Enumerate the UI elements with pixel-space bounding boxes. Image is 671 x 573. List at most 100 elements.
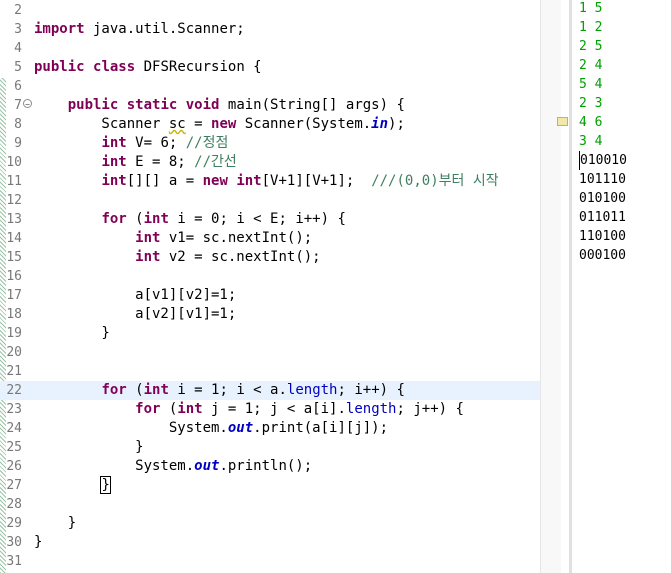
code-line[interactable]: 26 System.out.println(); (0, 457, 540, 476)
code-text: Scanner sc = new Scanner(System.in); (34, 115, 404, 134)
code-token: a[v2][v1]=1; (34, 306, 237, 322)
code-token: java.util.Scanner; (84, 21, 245, 37)
code-line[interactable]: 10 int E = 8; //간선 (0, 153, 540, 172)
code-token: import (34, 21, 85, 37)
code-editor[interactable]: 2 3 import java.util.Scanner; 4 5 public clas… (0, 0, 540, 573)
line-number: 24 (6, 421, 22, 436)
console-input-line: 3 4 (579, 134, 603, 149)
code-line[interactable]: 9 int V= 6; //정점 (0, 134, 540, 153)
code-text: } (34, 438, 143, 457)
console-input-line: 1 2 (579, 20, 603, 35)
console-output-line: 010010 (579, 151, 627, 170)
code-token: E = 8; (126, 154, 195, 170)
code-token: out (194, 458, 220, 474)
code-token: } (34, 325, 110, 341)
code-text: System.out.println(); (34, 457, 312, 476)
code-text: } (34, 476, 111, 495)
code-line[interactable]: 27 } (0, 476, 540, 495)
code-line[interactable]: 23 for (int j = 1; j < a[i].length; j++)… (0, 400, 540, 419)
code-token: out (227, 420, 254, 436)
code-line[interactable]: 20 (0, 343, 540, 362)
line-number: 11 (6, 174, 22, 189)
code-line[interactable]: 29 } (0, 514, 540, 533)
code-line[interactable]: 11 int[][] a = new int[V+1][V+1]; ///(0,… (0, 172, 540, 191)
code-line[interactable]: 6 (0, 77, 540, 96)
warning-marker[interactable] (557, 117, 568, 126)
code-line[interactable]: 15 int v2 = sc.nextInt(); (0, 248, 540, 267)
code-token: for (101, 382, 127, 398)
line-number: 5 (14, 60, 22, 75)
line-number: 6 (14, 79, 22, 94)
code-token: i = 0; i < E; i++) { (168, 211, 346, 227)
code-token: j = 1; j < a[i]. (202, 401, 346, 417)
code-text: public class DFSRecursion { (34, 58, 262, 77)
code-token: //정점 (185, 135, 229, 151)
line-number: 12 (6, 193, 22, 208)
console-output-line: 101110 (579, 172, 626, 187)
code-token: int (236, 173, 262, 189)
code-token: int (135, 249, 161, 265)
code-text: } (34, 533, 42, 552)
line-number: 16 (6, 269, 22, 284)
collapse-fold-icon[interactable]: − (23, 99, 32, 109)
code-line[interactable]: 25 } (0, 438, 540, 457)
code-line[interactable]: 21 (0, 362, 540, 381)
code-line[interactable]: 19 } (0, 324, 540, 343)
code-line[interactable]: 31 (0, 552, 540, 571)
code-line[interactable]: 14 int v1= sc.nextInt(); (0, 229, 540, 248)
code-token: int (101, 135, 127, 151)
code-line[interactable]: 7− public static void main(String[] args… (0, 96, 540, 115)
code-text: for (int i = 1; i < a.length; i++) { (34, 381, 404, 400)
console-output-line: 010100 (579, 191, 626, 206)
code-token: length (286, 382, 338, 398)
line-number: 20 (6, 345, 22, 360)
code-text: import java.util.Scanner; (34, 20, 245, 39)
code-line[interactable]: 3 import java.util.Scanner; (0, 20, 540, 39)
code-token: ; j++) { (396, 401, 464, 417)
code-line[interactable]: 4 (0, 39, 540, 58)
line-number: 4 (14, 41, 22, 56)
code-line[interactable]: 12 (0, 191, 540, 210)
code-line[interactable]: 16 (0, 267, 540, 286)
line-number: 14 (6, 231, 22, 246)
code-token: static (126, 97, 178, 113)
line-number: 26 (6, 459, 22, 474)
code-line[interactable]: 30} (0, 533, 540, 552)
console-view[interactable]: 1 5 1 2 2 5 2 4 5 4 2 3 4 6 3 4 010010 101110 0101… (572, 0, 671, 573)
overview-ruler[interactable] (540, 0, 561, 573)
code-token: ( (160, 401, 178, 417)
line-number: 8 (14, 117, 22, 132)
code-token: public (67, 97, 119, 113)
code-line[interactable]: 2 (0, 1, 540, 20)
code-line[interactable]: 28 (0, 495, 540, 514)
code-line[interactable]: 18 a[v2][v1]=1; (0, 305, 540, 324)
code-token: ///(0,0)부터 시작 (371, 173, 499, 189)
code-line[interactable]: 17 a[v1][v2]=1; (0, 286, 540, 305)
code-token: [][] a = (126, 173, 203, 189)
code-token: sc (168, 116, 186, 132)
console-output-line: 011011 (579, 210, 626, 225)
code-line[interactable]: 8 Scanner sc = new Scanner(System.in); (0, 115, 540, 134)
code-line[interactable]: 22 for (int i = 1; i < a.length; i++) { (0, 381, 540, 400)
code-token: = (185, 116, 212, 132)
code-line[interactable]: 13 for (int i = 0; i < E; i++) { (0, 210, 540, 229)
code-line[interactable]: 24 System.out.print(a[i][j]); (0, 419, 540, 438)
code-token: ( (126, 211, 144, 227)
code-text: int v2 = sc.nextInt(); (34, 248, 320, 267)
code-token: public (34, 59, 85, 75)
code-token: a[v1][v2]=1; (34, 287, 237, 303)
code-text: } (34, 514, 76, 533)
code-line[interactable]: 5 public class DFSRecursion { (0, 58, 540, 77)
code-token: int (101, 154, 127, 170)
